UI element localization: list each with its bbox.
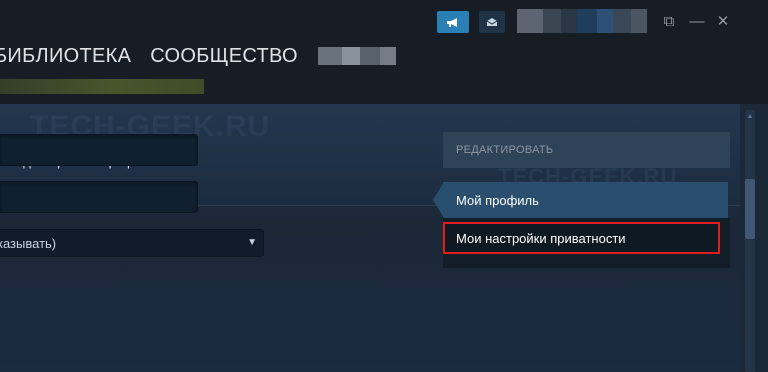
- megaphone-icon: [447, 17, 457, 27]
- chevron-down-icon: ▼: [247, 237, 257, 248]
- country-select-value: казывать): [0, 235, 57, 251]
- fullscreen-button[interactable]: ⧉: [660, 12, 678, 30]
- title-bar: ⧉ — ✕: [0, 0, 768, 40]
- fullscreen-icon: ⧉: [663, 12, 675, 30]
- main-nav: БИБЛИОТЕКА СООБЩЕСТВО: [0, 43, 396, 69]
- close-button[interactable]: ✕: [714, 12, 732, 30]
- envelope-icon: [486, 18, 498, 26]
- scrollbar-thumb[interactable]: [745, 179, 755, 239]
- close-icon: ✕: [716, 12, 730, 30]
- real-name-input[interactable]: [0, 181, 198, 213]
- notifications-button[interactable]: [479, 11, 505, 33]
- nav-username-blurred[interactable]: [317, 47, 396, 65]
- level-bar: [0, 79, 204, 94]
- menu-item-my-profile[interactable]: Мой профиль: [443, 182, 728, 218]
- nav-library[interactable]: БИБЛИОТЕКА: [0, 45, 131, 68]
- nav-community[interactable]: СООБЩЕСТВО: [150, 45, 298, 68]
- minimize-icon: —: [689, 12, 705, 30]
- scrollbar-track[interactable]: [745, 110, 755, 372]
- announcements-button[interactable]: [437, 11, 469, 33]
- country-select[interactable]: казывать) ▼: [0, 229, 264, 257]
- scroll-up-icon[interactable]: ▲: [745, 110, 755, 122]
- minimize-button[interactable]: —: [688, 12, 706, 30]
- top-bar: ⧉ — ✕ БИБЛИОТЕКА СООБЩЕСТВО: [0, 0, 768, 104]
- profile-name-input[interactable]: [0, 134, 198, 166]
- menu-header: РЕДАКТИРОВАТЬ: [443, 132, 730, 168]
- user-account-blurred[interactable]: [517, 9, 647, 33]
- menu-item-privacy-settings[interactable]: Мои настройки приватности: [443, 222, 720, 254]
